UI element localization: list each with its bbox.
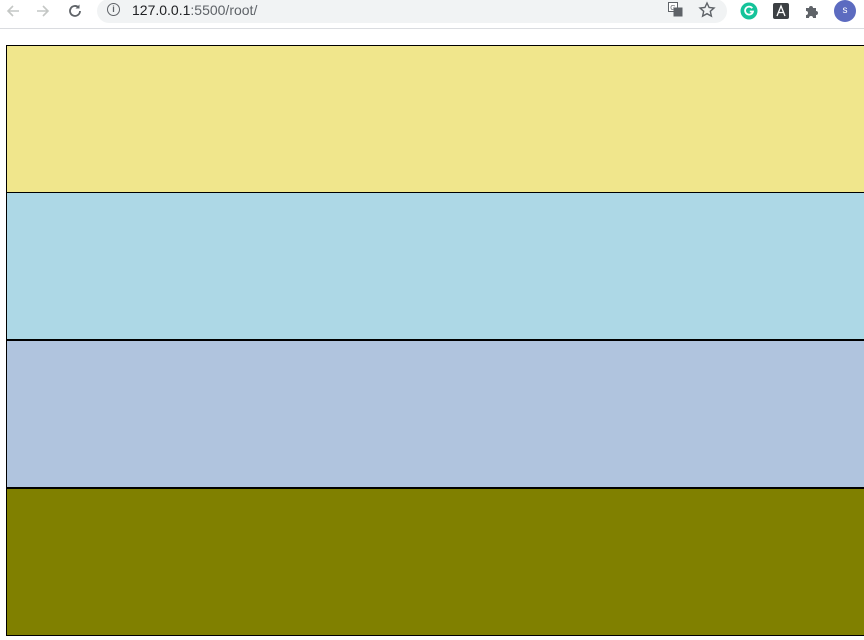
address-bar[interactable]: i 127.0.0.1:5500/root/ G — [97, 0, 727, 23]
star-icon[interactable] — [698, 1, 716, 19]
grammarly-icon — [740, 2, 758, 20]
color-band-light-steel-blue — [6, 340, 864, 488]
browser-toolbar: i 127.0.0.1:5500/root/ G s — [0, 0, 864, 29]
back-arrow-icon — [6, 5, 19, 17]
translate-icon[interactable]: G — [668, 2, 683, 17]
puzzle-icon — [806, 6, 818, 18]
extension-a-button[interactable] — [771, 1, 791, 21]
url-text[interactable]: 127.0.0.1:5500/root/ — [132, 2, 257, 18]
extension-a-icon — [773, 3, 789, 19]
forward-button[interactable] — [32, 0, 54, 22]
back-button[interactable] — [2, 0, 24, 22]
url-host: 127.0.0.1 — [132, 2, 191, 18]
svg-text:G: G — [670, 5, 675, 12]
info-icon[interactable]: i — [107, 3, 120, 16]
extensions-button[interactable] — [802, 1, 822, 21]
color-band-olive — [6, 488, 864, 636]
reload-button[interactable] — [64, 0, 86, 22]
page-content — [6, 45, 864, 637]
reload-icon — [69, 4, 81, 17]
profile-avatar[interactable]: s — [834, 0, 856, 22]
forward-arrow-icon — [37, 5, 50, 17]
url-path: :5500/root/ — [190, 2, 258, 18]
grammarly-extension-button[interactable] — [739, 1, 759, 21]
color-band-khaki — [6, 45, 864, 193]
color-band-light-blue — [6, 192, 864, 340]
